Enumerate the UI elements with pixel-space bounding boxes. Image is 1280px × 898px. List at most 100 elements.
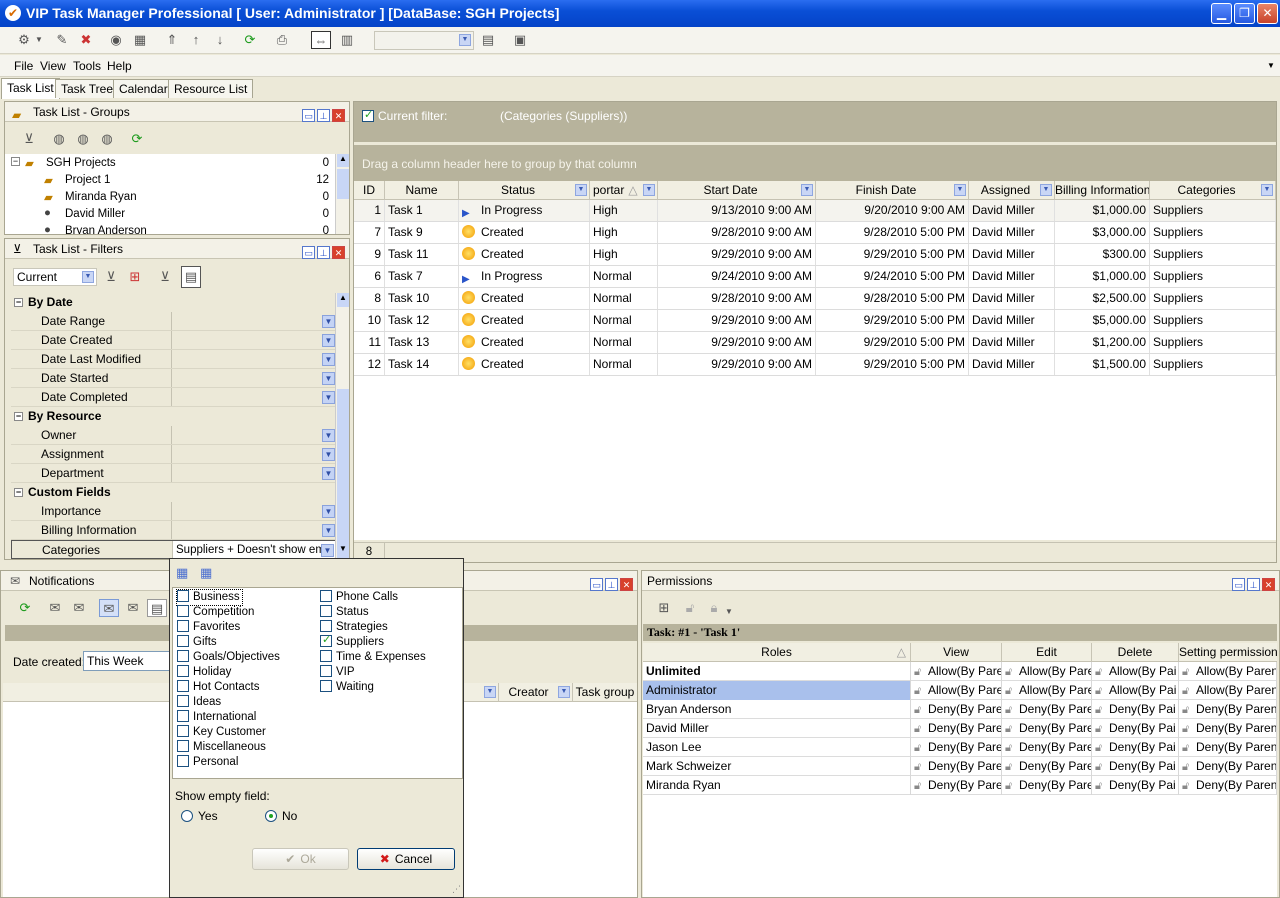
category-checkbox[interactable] [177,620,189,632]
chevron-down-icon[interactable]: ▼ [322,353,335,366]
table-row[interactable]: Jason Lee 🔓︎ Deny(By Pare 🔓︎ Deny(By Pare 🔓︎ D… [643,738,1277,757]
move-down-icon[interactable]: ↓ [210,31,230,49]
close-icon[interactable]: ✕ [620,578,633,591]
category-option[interactable]: VIP [320,665,355,680]
category-checkbox[interactable] [177,590,189,602]
cell-setting[interactable]: 🔓︎ Deny(By Paren [1179,719,1277,738]
chevron-down-icon[interactable]: ▼ [1040,184,1052,196]
edit-task-icon[interactable]: ✎ [52,31,72,49]
category-checkbox[interactable] [177,665,189,677]
cell-edit[interactable]: 🔓︎ Deny(By Pare [1002,757,1092,776]
filter-row[interactable]: Date Completed ▼ [11,388,338,407]
filter-row[interactable]: Department ▼ [11,464,338,483]
chevron-down-icon[interactable]: ▼ [322,334,335,347]
chevron-down-icon[interactable]: ▼ [322,448,335,461]
cell-setting[interactable]: 🔓︎ Deny(By Paren [1179,776,1277,795]
category-option[interactable]: Gifts [177,635,217,650]
category-checkbox[interactable] [320,680,332,692]
lock-icon[interactable]: 🔒︎ [704,599,724,617]
category-checkbox[interactable] [177,635,189,647]
cell-setting[interactable]: 🔓︎ Allow(By Paren [1179,662,1277,681]
menu-view[interactable]: View [40,59,66,73]
filter-row[interactable]: Owner ▼ [11,426,338,445]
close-button[interactable]: ✕ [1257,3,1278,24]
cell-delete[interactable]: 🔓︎ Deny(By Pai [1092,757,1179,776]
category-option[interactable]: Miscellaneous [177,740,266,755]
fit-columns-icon[interactable]: ⇔ [311,31,331,49]
filter-row-value[interactable]: Suppliers + Doesn't show emp [172,541,338,559]
col-filter[interactable]: ▼ [469,683,499,702]
menu-overflow-icon[interactable]: ▼ [1267,61,1275,70]
filter-row-value[interactable] [171,502,337,520]
table-row[interactable]: 7 Task 9 Created High 9/28/2010 9:00 AM 9/28/… [354,222,1276,244]
scroll-thumb[interactable] [337,169,349,199]
float-icon[interactable]: ▭ [1232,578,1245,591]
table-row[interactable]: Bryan Anderson 🔓︎ Deny(By Pare 🔓︎ Deny(By Pa… [643,700,1277,719]
show-empty-yes[interactable]: Yes [181,809,218,823]
tree-item[interactable]: ● David Miller 0 [11,207,329,224]
col-importance[interactable]: portar △ ▼ [590,181,658,200]
date-created-select[interactable]: This Week [83,651,173,671]
filter-row[interactable]: Date Range ▼ [11,312,338,331]
cell-edit[interactable]: 🔓︎ Deny(By Pare [1002,776,1092,795]
category-checkbox[interactable] [177,680,189,692]
table-row[interactable]: Unlimited 🔓︎ Allow(By Pare 🔓︎ Allow(By Pare 🔓… [643,662,1277,681]
chevron-down-icon[interactable]: ▼ [575,184,587,196]
filter-row[interactable]: Date Created ▼ [11,331,338,350]
category-option[interactable]: Waiting [320,680,374,695]
chevron-down-icon[interactable]: ▼ [484,686,496,698]
col-start-date[interactable]: Start Date ▼ [658,181,816,200]
category-option[interactable]: Phone Calls [320,590,398,605]
table-row[interactable]: Miranda Ryan 🔓︎ Deny(By Pare 🔓︎ Deny(By Pare… [643,776,1277,795]
filter-row-value[interactable] [171,369,337,387]
chevron-down-icon[interactable]: ▼ [321,544,334,557]
filter-options-icon[interactable]: ⊞ [125,268,145,286]
pin-icon[interactable]: ⊥ [317,246,330,259]
permissions-tree-icon[interactable]: ⊞ [654,599,674,617]
details-icon[interactable]: ▤ [147,599,167,617]
scroll-up-icon[interactable]: ▲ [337,293,349,307]
filter-row-value[interactable] [171,445,337,463]
chevron-down-icon[interactable]: ▼ [558,686,570,698]
scroll-down-icon[interactable]: ▼ [337,544,349,558]
float-icon[interactable]: ▭ [302,109,315,122]
category-option[interactable]: Hot Contacts [177,680,259,695]
cell-view[interactable]: 🔓︎ Deny(By Pare [911,700,1002,719]
tree-item[interactable]: ● Bryan Anderson 0 [11,224,329,234]
cell-edit[interactable]: 🔓︎ Allow(By Pare [1002,681,1092,700]
category-checkbox[interactable] [177,755,189,767]
filter-row[interactable]: Date Started ▼ [11,369,338,388]
collapse-icon[interactable]: − [11,157,20,166]
col-status[interactable]: Status ▼ [459,181,590,200]
cell-delete[interactable]: 🔓︎ Deny(By Pai [1092,776,1179,795]
category-checkbox[interactable] [320,665,332,677]
move-up-icon[interactable]: ↑ [186,31,206,49]
category-checkbox[interactable] [177,695,189,707]
filter-row-value[interactable] [171,521,337,539]
no-radio[interactable] [265,810,277,822]
filter-row[interactable]: Assignment ▼ [11,445,338,464]
menu-help[interactable]: Help [107,59,132,73]
chevron-down-icon[interactable]: ▼ [322,467,335,480]
cell-delete[interactable]: 🔓︎ Allow(By Pai [1092,681,1179,700]
float-icon[interactable]: ▭ [302,246,315,259]
filter-settings-icon[interactable]: ▤ [181,266,201,288]
cancel-button[interactable]: ✖ Cancel [357,848,455,870]
refresh-icon[interactable]: ⟳ [127,130,147,148]
category-checkbox[interactable] [320,633,332,648]
category-option[interactable]: Competition [177,605,254,620]
clear-filter-icon[interactable]: ⊻ [155,268,175,286]
yes-radio[interactable] [181,810,193,822]
cell-setting[interactable]: 🔓︎ Allow(By Paren [1179,681,1277,700]
pin-icon[interactable]: ⊥ [1247,578,1260,591]
show-new-icon[interactable]: ✉ [123,599,143,617]
pin-icon[interactable]: ⊥ [317,109,330,122]
maximize-button[interactable]: ❐ [1234,3,1255,24]
category-option[interactable]: Personal [177,755,238,770]
filter-row-value[interactable] [171,350,337,368]
apply-filter-icon[interactable]: ⊻ [101,268,121,286]
new-task-dropdown-icon[interactable]: ▼ [34,31,44,49]
permissions-dropdown-icon[interactable]: ▼ [724,603,734,621]
filter-row-value[interactable] [171,312,337,330]
category-checkbox[interactable] [320,590,332,602]
